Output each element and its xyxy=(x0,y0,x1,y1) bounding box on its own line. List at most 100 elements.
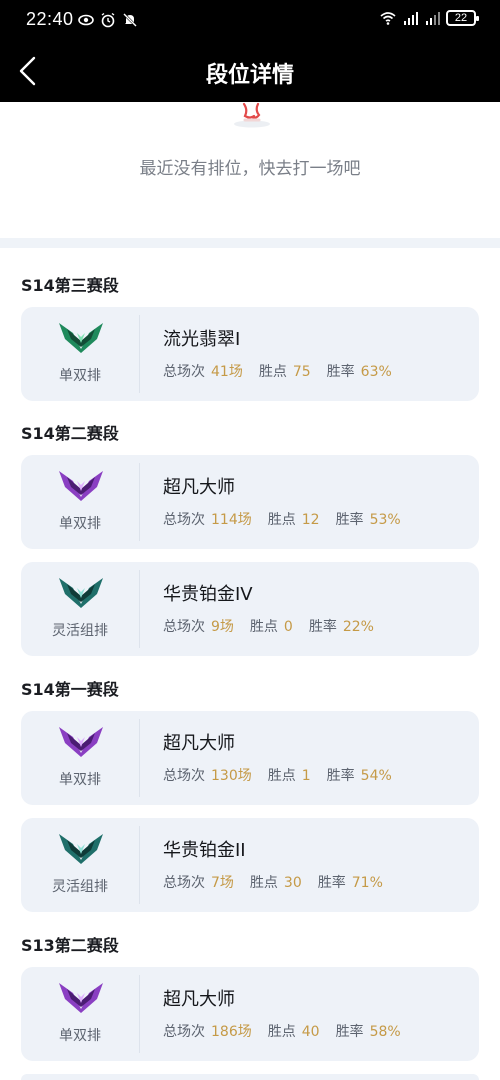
platinum-emblem-icon xyxy=(59,578,103,608)
games-value: 41场 xyxy=(211,364,243,380)
winrate-value: 53% xyxy=(369,512,401,528)
master-emblem-icon xyxy=(59,471,103,501)
signal-hd-icon xyxy=(404,12,418,25)
emblem-box: 单双排 xyxy=(21,455,139,549)
empty-notice: 最近没有排位，快去打一场吧 xyxy=(0,102,500,238)
emerald-emblem-icon xyxy=(59,323,103,353)
rank-name: 流光翡翠I xyxy=(163,329,241,350)
games-value: 7场 xyxy=(211,875,234,891)
alarm-icon xyxy=(101,12,115,28)
emblem-box: 单双排 xyxy=(21,967,139,1061)
queue-type: 单双排 xyxy=(59,1028,101,1044)
queue-type: 单双排 xyxy=(59,516,101,532)
winrate-label: 胜率 xyxy=(326,364,355,380)
rank-stats: 总场次 130场 胜点 1 胜率 54% xyxy=(163,765,408,785)
season-title: S14第三赛段 xyxy=(21,276,119,295)
winrate-label: 胜率 xyxy=(335,1024,364,1040)
card-divider xyxy=(139,975,140,1053)
card-divider xyxy=(139,719,140,797)
rank-name: 超凡大师 xyxy=(163,989,235,1010)
points-value: 12 xyxy=(301,512,320,528)
rank-stats: 总场次 7场 胜点 30 胜率 71% xyxy=(163,872,399,892)
emblem-box: 单双排 xyxy=(21,307,139,401)
queue-type: 灵活组排 xyxy=(52,879,108,895)
season-title: S13第二赛段 xyxy=(21,936,119,955)
rank-name: 华贵铂金IV xyxy=(163,584,253,605)
status-right-icons: 22 xyxy=(380,10,479,26)
master-emblem-icon xyxy=(59,727,103,757)
page-title: 段位详情 xyxy=(205,63,294,88)
winrate-value: 58% xyxy=(369,1024,401,1040)
games-label: 总场次 xyxy=(163,768,205,784)
points-label: 胜点 xyxy=(258,364,287,380)
eye-icon xyxy=(78,14,94,26)
queue-type: 灵活组排 xyxy=(52,623,108,639)
games-value: 130场 xyxy=(211,768,252,784)
queue-type: 单双排 xyxy=(59,368,101,384)
points-value: 75 xyxy=(292,364,311,380)
emblem-box: 单双排 xyxy=(21,711,139,805)
rank-stats: 总场次 114场 胜点 12 胜率 53% xyxy=(163,509,417,529)
rank-card[interactable]: 单双排 流光翡翠I 总场次 41场 胜点 75 胜率 63% xyxy=(21,307,479,401)
games-label: 总场次 xyxy=(163,1024,205,1040)
card-divider xyxy=(139,463,140,541)
points-value: 1 xyxy=(301,768,311,784)
season-title: S14第一赛段 xyxy=(21,680,119,699)
games-value: 114场 xyxy=(211,512,252,528)
rank-card[interactable]: 单双排 超凡大师 总场次 186场 胜点 40 胜率 58% xyxy=(21,967,479,1061)
points-label: 胜点 xyxy=(249,875,278,891)
winrate-value: 71% xyxy=(351,875,383,891)
rank-name: 超凡大师 xyxy=(163,733,235,754)
points-label: 胜点 xyxy=(267,768,296,784)
rank-name: 超凡大师 xyxy=(163,477,235,498)
rank-stats: 总场次 186场 胜点 40 胜率 58% xyxy=(163,1021,417,1041)
winrate-value: 22% xyxy=(342,619,374,635)
empty-illustration-icon xyxy=(234,102,270,128)
rank-card[interactable]: 单双排 超凡大师 总场次 114场 胜点 12 胜率 53% xyxy=(21,455,479,549)
section-divider xyxy=(0,238,500,248)
rank-card-partial[interactable] xyxy=(21,1074,479,1080)
mute-icon xyxy=(123,13,137,27)
signal-4g-icon xyxy=(426,12,440,25)
master-emblem-icon xyxy=(59,983,103,1013)
games-label: 总场次 xyxy=(163,512,205,528)
emblem-box: 灵活组排 xyxy=(21,818,139,912)
rank-card[interactable]: 单双排 超凡大师 总场次 130场 胜点 1 胜率 54% xyxy=(21,711,479,805)
rank-card[interactable]: 灵活组排 华贵铂金IV 总场次 9场 胜点 0 胜率 22% xyxy=(21,562,479,656)
points-label: 胜点 xyxy=(267,512,296,528)
games-value: 186场 xyxy=(211,1024,252,1040)
wifi-icon xyxy=(380,12,396,25)
winrate-label: 胜率 xyxy=(317,875,346,891)
platinum-emblem-icon xyxy=(59,834,103,864)
winrate-label: 胜率 xyxy=(308,619,337,635)
points-value: 40 xyxy=(301,1024,320,1040)
top-bar: 22:40 22 段位详情 xyxy=(0,0,500,102)
battery-icon: 22 xyxy=(446,10,479,26)
games-label: 总场次 xyxy=(163,875,205,891)
card-divider xyxy=(139,315,140,393)
winrate-value: 63% xyxy=(360,364,392,380)
card-divider xyxy=(139,826,140,904)
games-value: 9场 xyxy=(211,619,234,635)
rank-card[interactable]: 灵活组排 华贵铂金II 总场次 7场 胜点 30 胜率 71% xyxy=(21,818,479,912)
page-header: 段位详情 xyxy=(0,40,500,102)
points-value: 0 xyxy=(283,619,293,635)
games-label: 总场次 xyxy=(163,364,205,380)
games-label: 总场次 xyxy=(163,619,205,635)
points-label: 胜点 xyxy=(249,619,278,635)
rank-stats: 总场次 9场 胜点 0 胜率 22% xyxy=(163,616,390,636)
card-divider xyxy=(139,570,140,648)
winrate-label: 胜率 xyxy=(326,768,355,784)
status-left-icons xyxy=(78,12,138,28)
empty-message: 最近没有排位，快去打一场吧 xyxy=(139,159,361,179)
status-bar: 22:40 22 xyxy=(0,0,500,40)
winrate-value: 54% xyxy=(360,768,392,784)
emblem-box: 灵活组排 xyxy=(21,562,139,656)
winrate-label: 胜率 xyxy=(335,512,364,528)
queue-type: 单双排 xyxy=(59,772,101,788)
status-time: 22:40 xyxy=(26,9,74,29)
rank-name: 华贵铂金II xyxy=(163,840,246,861)
season-title: S14第二赛段 xyxy=(21,424,119,443)
rank-stats: 总场次 41场 胜点 75 胜率 63% xyxy=(163,361,408,381)
points-label: 胜点 xyxy=(267,1024,296,1040)
